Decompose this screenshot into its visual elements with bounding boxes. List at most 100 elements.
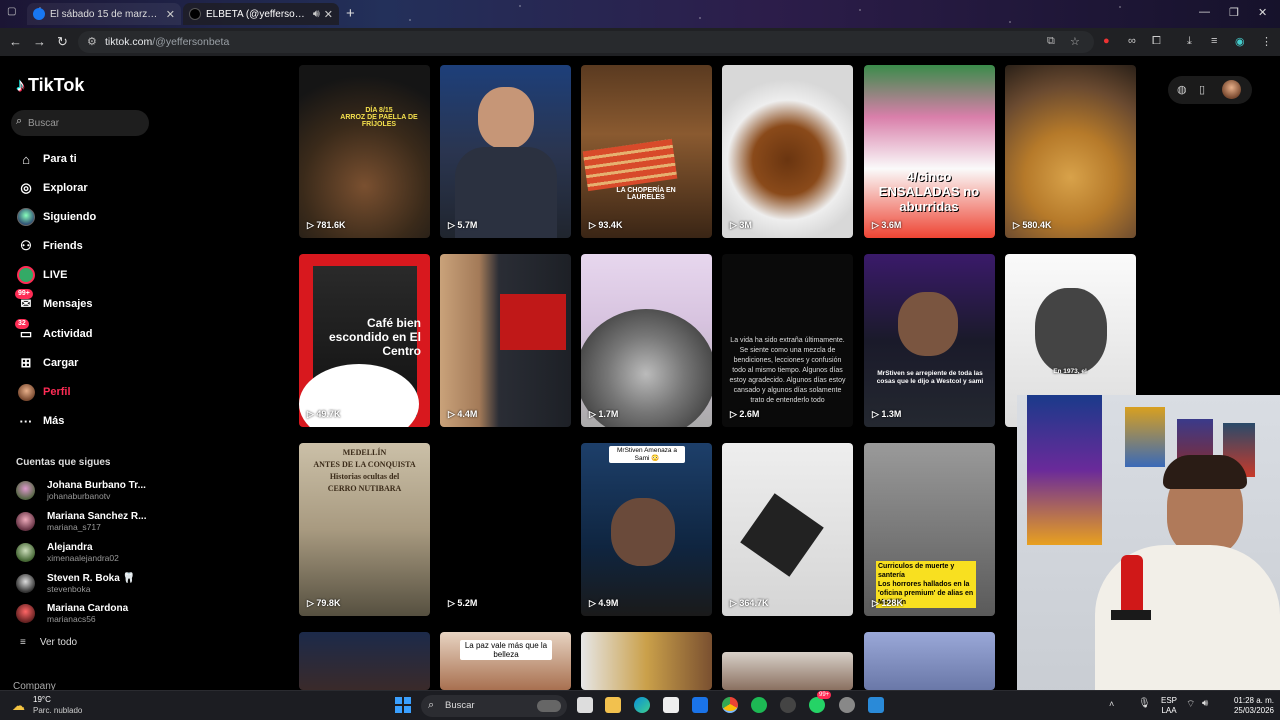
nav-para-ti[interactable]: ⌂ Para ti	[16, 149, 77, 169]
messages-icon: ✉ 99+	[15, 289, 36, 312]
nav-perfil[interactable]: Perfil	[16, 382, 71, 402]
nav-siguiendo[interactable]: Siguiendo	[16, 207, 96, 227]
video-tile[interactable]: ▷ 3M	[722, 65, 853, 238]
minimize-icon[interactable]: —	[1199, 6, 1210, 18]
video-tile[interactable]: ▷ 364.7K	[722, 443, 853, 616]
volume-icon[interactable]: 🔊︎	[1202, 698, 1208, 709]
video-tile[interactable]: La vida ha sido extraña últimamente. Se …	[722, 254, 853, 427]
close-tab-icon[interactable]: ✕	[324, 8, 333, 21]
video-tile[interactable]: MrStiven se arrepiente de toda las cosas…	[864, 254, 995, 427]
following-account[interactable]: Alejandra ximenaalejandra02	[16, 540, 119, 564]
video-tile[interactable]: La paz vale más que la belleza	[440, 632, 571, 690]
site-info-icon[interactable]: ⚙	[87, 35, 97, 48]
view-count: ▷ 1.7M	[589, 409, 619, 419]
audio-icon[interactable]: 🔊︎	[313, 8, 320, 21]
search-input[interactable]	[28, 114, 140, 132]
see-all-link[interactable]: ≡ Ver todo	[20, 637, 77, 648]
menu-dots-icon[interactable]: ⋮	[1261, 35, 1272, 48]
weather-temp[interactable]: 19°C	[33, 695, 51, 704]
reading-list-icon[interactable]: ≡	[1211, 35, 1217, 47]
video-tile[interactable]	[299, 632, 430, 690]
whatsapp-icon[interactable]: 99+	[809, 691, 832, 713]
nav-friends[interactable]: ⚇ Friends	[16, 236, 83, 256]
nav-mas[interactable]: ··· Más	[16, 411, 65, 431]
nav-live[interactable]: LIVE	[16, 265, 67, 285]
store-icon[interactable]	[663, 697, 679, 713]
microphone-icon[interactable]: 🎙︎	[1138, 698, 1151, 709]
video-tile[interactable]: ▷ 5.2M	[440, 443, 571, 616]
view-count-value: 49.7K	[316, 409, 341, 419]
following-account[interactable]: Steven R. Boka 🦷 stevenboka	[16, 571, 135, 595]
spotify-icon[interactable]	[751, 697, 767, 713]
video-tile[interactable]: MEDELLÍN ANTES DE LA CONQUISTA Historias…	[299, 443, 430, 616]
bookmark-star-icon[interactable]: ☆	[1070, 35, 1080, 48]
video-caption: LA CHOPERÍA EN LAURELES	[616, 187, 676, 201]
nav-mensajes[interactable]: ✉ 99+ Mensajes	[15, 289, 93, 314]
following-account[interactable]: Mariana Sanchez R... mariana_s717	[16, 509, 146, 533]
nav-explorar[interactable]: ◎ Explorar	[16, 178, 87, 198]
video-tile[interactable]: Café bien escondido en El Centro ▷ 49.7K	[299, 254, 430, 427]
video-tile[interactable]	[581, 632, 712, 690]
video-tile[interactable]: DÍA 8/15 ARROZ DE PAELLA DE FRÍJOLES ▷ 7…	[299, 65, 430, 238]
video-caption: MEDELLÍN ANTES DE LA CONQUISTA Historias…	[313, 448, 416, 493]
close-window-icon[interactable]: ✕	[1258, 6, 1267, 19]
video-tile[interactable]	[722, 652, 853, 690]
device-icon[interactable]: ▯	[1199, 83, 1205, 96]
wifi-icon[interactable]: ⌔	[1186, 698, 1195, 711]
new-tab-button[interactable]: +	[346, 5, 355, 22]
extension-link-icon[interactable]: ∞	[1128, 35, 1136, 47]
address-bar[interactable]: ⚙ tiktok.com/@yeffersonbeta ⧉ ☆	[78, 31, 1094, 53]
video-tile[interactable]: LA CHOPERÍA EN LAURELES ▷ 93.4K	[581, 65, 712, 238]
video-tile[interactable]: ▷ 1.7M	[581, 254, 712, 427]
settings-icon[interactable]	[839, 697, 855, 713]
tiktok-logo[interactable]: ♪ TikTok	[16, 75, 84, 96]
video-tile[interactable]: ▷ 4.4M	[440, 254, 571, 427]
forward-icon[interactable]: →	[33, 34, 46, 49]
windows-start-icon[interactable]	[395, 697, 411, 713]
video-tile[interactable]: ▷ 5.7M	[440, 65, 571, 238]
edge-icon[interactable]	[634, 697, 650, 713]
app-icon[interactable]	[780, 697, 796, 713]
video-tile[interactable]: ▷ 580.4K	[1005, 65, 1136, 238]
clock[interactable]: 01:28 a. m. 25/03/2026	[1222, 696, 1274, 716]
outlook-icon[interactable]	[692, 697, 708, 713]
video-tile[interactable]: 4/cinco ENSALADAS no aburridas ▷ 3.6M	[864, 65, 995, 238]
video-tile[interactable]: MrStiven Amenaza a Sami 😳 ▷ 4.9M	[581, 443, 712, 616]
tray-chevron-icon[interactable]: ˄	[1109, 699, 1114, 709]
tab-facebook[interactable]: El sábado 15 de marzo, ya en la ✕	[27, 3, 181, 25]
search-box[interactable]: ⌕	[11, 110, 149, 136]
reload-icon[interactable]: ↻	[57, 34, 68, 50]
nav-cargar[interactable]: ⊞ Cargar	[16, 353, 79, 373]
video-tile[interactable]: Curriculos de muerte y santería Los horr…	[864, 443, 995, 616]
app-icon[interactable]	[868, 697, 884, 713]
view-count-value: 79.8K	[316, 598, 341, 608]
extensions-puzzle-icon[interactable]: ⧠	[1152, 35, 1161, 48]
taskbar-search[interactable]: ⌕ Buscar	[421, 695, 567, 717]
file-explorer-icon[interactable]	[605, 697, 621, 713]
account-name: Steven R. Boka 🦷	[47, 572, 136, 584]
tab-tiktok[interactable]: ELBETA (@yeffersonbeta) | TikTok 🔊︎ ✕	[183, 3, 339, 25]
task-view-icon[interactable]	[577, 697, 593, 713]
restore-icon[interactable]: ❐	[1229, 6, 1239, 19]
back-icon[interactable]: ←	[9, 34, 22, 49]
video-tile[interactable]	[864, 632, 995, 690]
video-caption: La vida ha sido extraña últimamente. Se …	[729, 337, 846, 404]
tab-list-icon[interactable]: ▢	[7, 6, 16, 17]
following-avatar-icon	[16, 208, 36, 226]
avatar	[16, 603, 35, 623]
nav-actividad[interactable]: ▭ 32 Actividad	[15, 319, 93, 344]
compass-icon[interactable]: ◍	[1177, 83, 1187, 96]
following-account[interactable]: Johana Burbano Tr... johanaburbanotv	[16, 478, 146, 502]
close-tab-icon[interactable]: ✕	[166, 8, 175, 21]
download-icon[interactable]: ⤓	[1187, 35, 1192, 48]
extension-red-icon[interactable]: ●	[1103, 35, 1110, 47]
chrome-icon[interactable]	[722, 697, 738, 713]
user-avatar[interactable]	[1222, 80, 1241, 99]
install-app-icon[interactable]: ⧉	[1047, 35, 1055, 48]
video-caption: MrStiven Amenaza a Sami 😳	[609, 446, 685, 463]
following-account[interactable]: Mariana Cardona marianacs56	[16, 601, 128, 625]
weather-desc[interactable]: Parc. nublado	[33, 706, 82, 715]
language-indicator[interactable]: ESP LAA	[1161, 696, 1177, 716]
profile-icon[interactable]: ◉	[1235, 35, 1245, 48]
upload-icon: ⊞	[20, 355, 32, 370]
